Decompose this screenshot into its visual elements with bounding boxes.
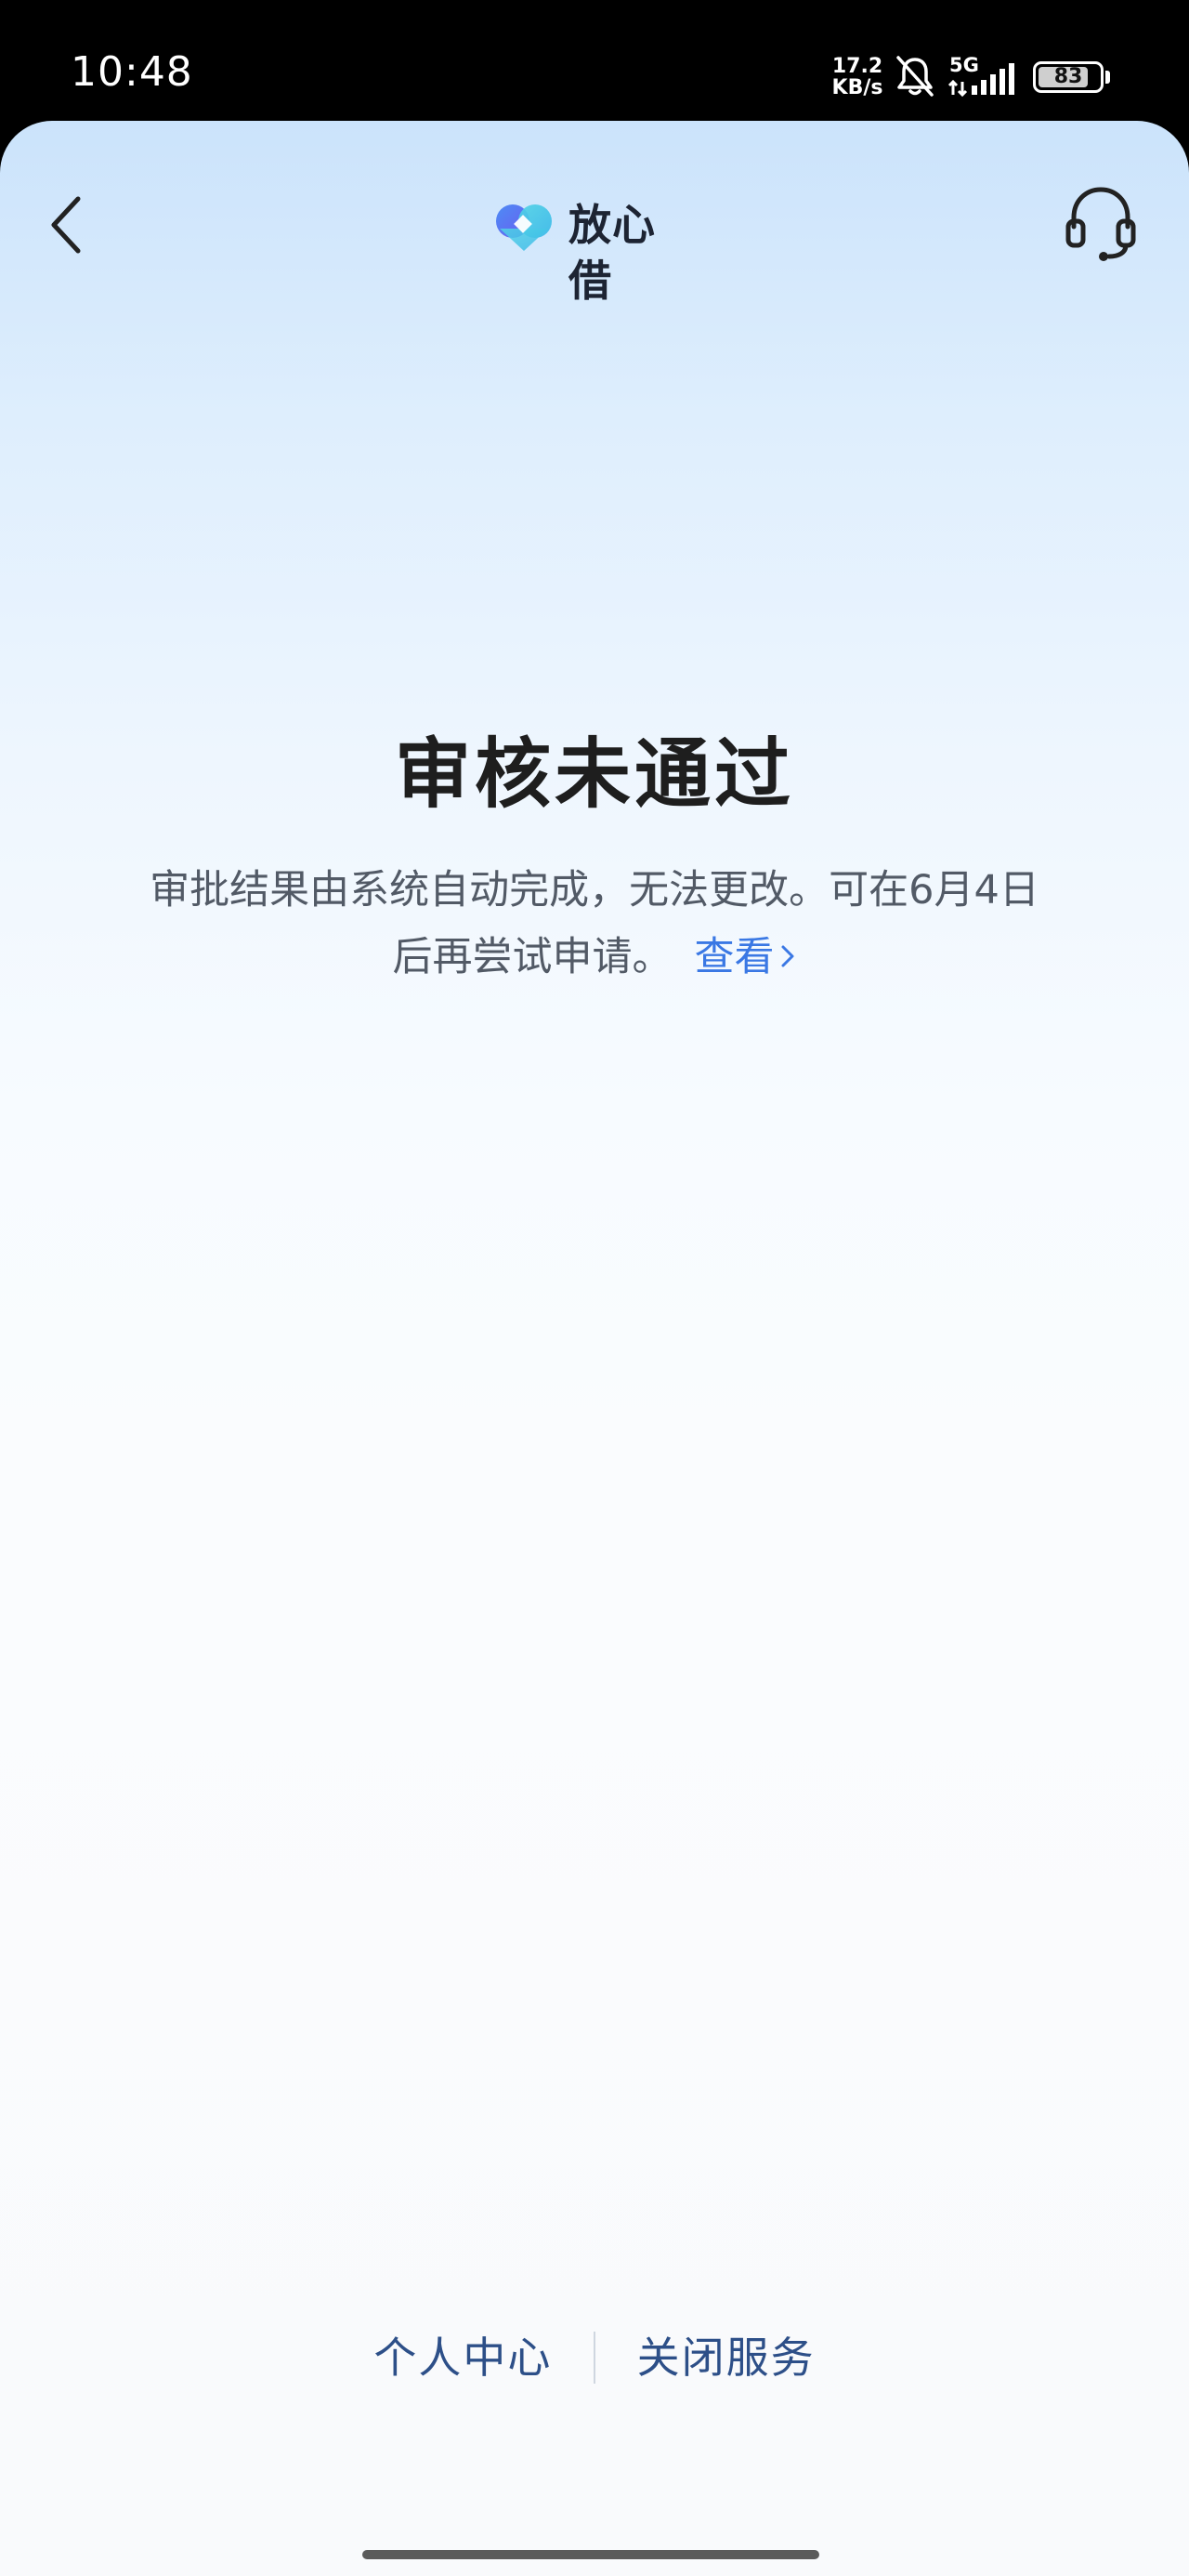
brand-header: 放心借	[492, 180, 697, 306]
network-speed-unit: KB/s	[831, 76, 883, 99]
status-bar: 10:48 17.2 KB/s 5G 83	[0, 0, 1189, 123]
result-title: 审核未通过	[394, 730, 794, 819]
phone-screen: 10:48 17.2 KB/s 5G 83 放心借 审核未通过 审批结果由系统自…	[0, 0, 1189, 2576]
battery-indicator: 83	[1033, 61, 1104, 93]
result-description: 审批结果由系统自动完成，无法更改。可在6月4日后再尝试申请。 查看	[139, 857, 1050, 991]
headset-icon	[1065, 187, 1136, 261]
heart-logo-icon	[496, 204, 552, 251]
chevron-right-icon	[781, 945, 793, 967]
footer-links: 个人中心 关闭服务	[0, 2316, 1189, 2399]
view-details-link[interactable]: 查看	[695, 934, 797, 980]
close-service-link[interactable]: 关闭服务	[637, 2316, 816, 2399]
chevron-left-icon	[51, 196, 81, 254]
page-sheet: 放心借 审核未通过 审批结果由系统自动完成，无法更改。可在6月4日后再尝试申请。…	[0, 121, 1189, 2576]
status-time: 10:48	[71, 48, 193, 96]
battery-cap	[1105, 71, 1110, 84]
view-details-label: 查看	[694, 934, 775, 980]
footer-divider	[594, 2332, 595, 2384]
network-speed: 17.2 KB/s	[829, 56, 886, 99]
network-speed-value: 17.2	[831, 55, 883, 78]
back-button[interactable]	[37, 177, 97, 273]
personal-center-link[interactable]: 个人中心	[373, 2316, 552, 2399]
cellular-signal-icon	[947, 63, 1014, 98]
brand-name: 放心借	[568, 200, 656, 306]
customer-service-button[interactable]	[1059, 175, 1143, 268]
home-indicator[interactable]	[362, 2550, 819, 2559]
bell-muted-icon	[896, 56, 934, 97]
battery-level: 83	[1053, 65, 1083, 88]
result-description-text: 审批结果由系统自动完成，无法更改。可在6月4日后再尝试申请。	[150, 867, 1039, 980]
